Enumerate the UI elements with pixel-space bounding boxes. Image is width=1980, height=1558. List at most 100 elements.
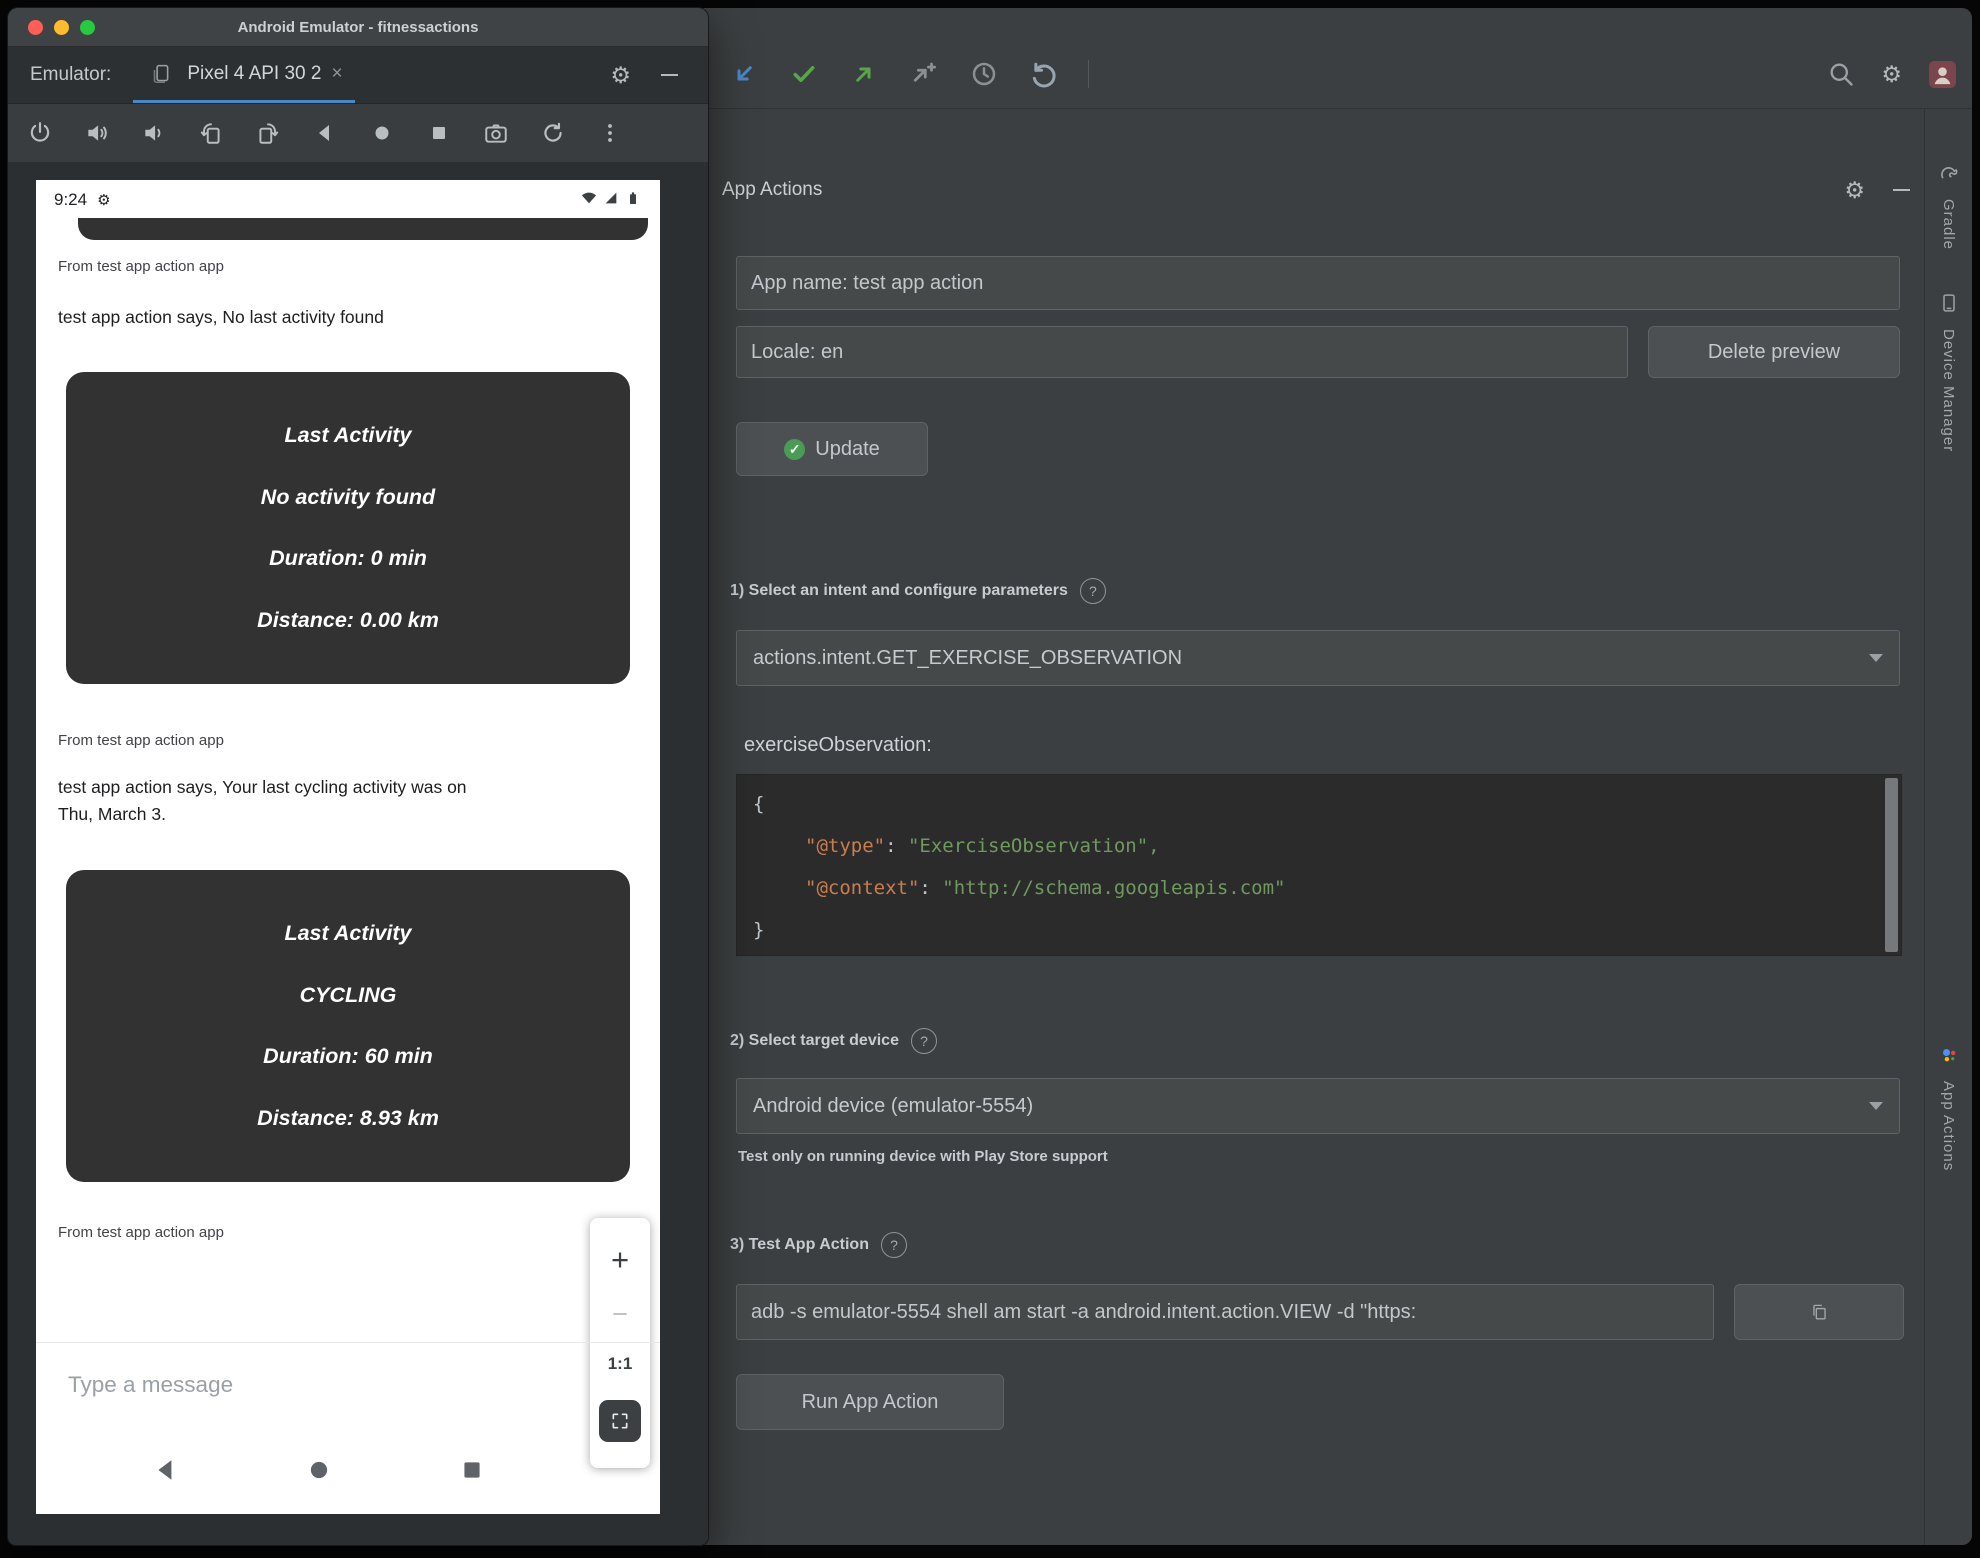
device-frame-icon [145,58,177,90]
push-new-arrow-icon[interactable] [908,58,940,90]
copy-icon [1803,1296,1835,1328]
search-icon[interactable] [1825,58,1857,90]
code-key: "@type" [805,835,886,857]
emulator-body: 9:24 ⚙ From test app action app test app… [8,162,708,1545]
delete-preview-label: Delete preview [1707,340,1841,363]
camera-icon[interactable] [482,119,510,147]
section-1-help-icon[interactable]: ? [1079,578,1106,604]
card-title: Last Activity [284,422,412,447]
zoom-in-button[interactable]: + [611,1244,629,1275]
assistant-icon [1933,1039,1965,1071]
code-string: "ExerciseObservation", [907,835,1160,857]
device-manager-tab-label: Device Manager [1940,329,1957,453]
zoom-control-panel: + − 1:1 [590,1218,650,1468]
intent-dropdown[interactable]: actions.intent.GET_EXERCISE_OBSERVATION [736,630,1900,686]
exercise-observation-label: exerciseObservation: [744,734,932,756]
message-input[interactable] [66,1352,500,1418]
minimize-window-button[interactable] [54,19,69,35]
app-actions-panel-header: App Actions ⚙ [722,166,1910,214]
wifi-icon [580,189,598,212]
tool-tab-gradle[interactable]: Gradle [1925,157,1972,250]
tab-pixel-4-api-30[interactable]: Pixel 4 API 30 2 × [133,47,355,103]
power-icon[interactable] [26,119,54,147]
commit-check-icon[interactable] [788,58,820,90]
phone-screen: 9:24 ⚙ From test app action app test app… [36,180,660,1514]
android-nav-bar [151,1438,487,1502]
code-line: "@context": "http://schema.googleapis.co… [805,877,1286,899]
avatar[interactable] [1926,58,1958,90]
code-line: { [753,793,765,815]
toolbar-divider [1088,60,1089,88]
section-3-heading: 3) Test App Action ? [730,1232,907,1258]
zoom-ratio-button[interactable]: 1:1 [608,1354,633,1374]
section-1-heading: 1) Select an intent and configure parame… [730,578,1106,604]
traffic-lights [8,19,95,35]
delete-preview-button[interactable]: Delete preview [1648,326,1900,378]
volume-down-icon[interactable] [140,119,168,147]
phone-status-bar: 9:24 ⚙ [36,180,660,220]
update-button[interactable]: ✓ Update [736,422,928,476]
message-from-label: From test app action app [58,258,224,275]
emulator-minimize-icon[interactable] [661,73,678,77]
tool-tab-app-actions[interactable]: App Actions [1925,1039,1972,1171]
run-app-action-label: Run App Action [801,1390,939,1413]
overview-icon[interactable] [425,119,453,147]
card-line: Duration: 0 min [269,546,427,571]
device-manager-icon [1933,287,1965,319]
device-dropdown-value: Android device (emulator-5554) [753,1094,1034,1117]
fit-to-window-button[interactable] [599,1400,641,1442]
last-activity-card: Last Activity CYCLING Duration: 60 min D… [66,870,630,1182]
copy-command-button[interactable] [1734,1284,1904,1340]
back-icon[interactable] [311,119,339,147]
status-time: 9:24 [54,190,88,209]
card-line: CYCLING [299,982,397,1007]
rotate-left-icon[interactable] [197,119,225,147]
nav-overview-icon[interactable] [457,1455,487,1485]
editor-scrollbar[interactable] [1885,778,1898,952]
last-activity-card: Last Activity No activity found Duration… [66,372,630,684]
section-3-help-icon[interactable]: ? [880,1232,907,1258]
code-line: } [753,919,765,941]
rotate-right-icon[interactable] [254,119,282,147]
panel-title: App Actions [722,179,823,200]
history-clock-icon[interactable] [968,58,1000,90]
card-line: Distance: 8.93 km [257,1106,439,1131]
intent-parameters-editor[interactable]: { "@type": "ExerciseObservation", "@cont… [736,774,1902,956]
nav-back-icon[interactable] [151,1455,181,1485]
undo-icon[interactable] [1028,58,1060,90]
message-text: test app action says, No last activity f… [58,307,384,327]
panel-gear-icon[interactable]: ⚙ [1844,178,1865,202]
locale-field[interactable] [736,326,1628,378]
volume-up-icon[interactable] [83,119,111,147]
device-dropdown[interactable]: Android device (emulator-5554) [736,1078,1900,1134]
panel-minimize-icon[interactable] [1893,188,1910,192]
adb-command-field[interactable] [736,1284,1714,1340]
tool-tab-device-manager[interactable]: Device Manager [1925,287,1972,452]
zoom-window-button[interactable] [80,19,95,35]
message-from-label: From test app action app [58,732,224,749]
emulator-tab-row: Emulator: Pixel 4 API 30 2 × ⚙ [8,47,708,104]
close-icon[interactable]: × [331,63,342,85]
partial-card-top [78,218,648,240]
run-app-action-button[interactable]: Run App Action [736,1374,1004,1430]
section-3-label: 3) Test App Action [730,1236,869,1253]
update-label: Update [815,437,880,460]
close-window-button[interactable] [28,19,43,35]
card-line: Duration: 60 min [263,1044,433,1069]
studio-toolbar-right: ⚙ [1825,42,1958,106]
snapshot-icon[interactable] [539,119,567,147]
push-arrow-icon[interactable] [848,58,880,90]
signal-icon [603,190,619,211]
emulator-window: Android Emulator - fitnessactions Emulat… [8,8,708,1545]
home-icon[interactable] [368,119,396,147]
emulator-titlebar: Android Emulator - fitnessactions [8,8,708,47]
zoom-out-button[interactable]: − [612,1301,628,1328]
nav-home-icon[interactable] [304,1455,334,1485]
pull-down-arrow-icon[interactable] [728,58,760,90]
app-name-field[interactable] [736,256,1900,310]
emulator-settings-gear-icon[interactable]: ⚙ [610,63,631,87]
message-text: test app action says, Your last cycling … [58,777,467,825]
more-options-icon[interactable] [596,119,624,147]
section-2-help-icon[interactable]: ? [910,1028,937,1054]
settings-gear-icon[interactable]: ⚙ [1881,62,1902,86]
